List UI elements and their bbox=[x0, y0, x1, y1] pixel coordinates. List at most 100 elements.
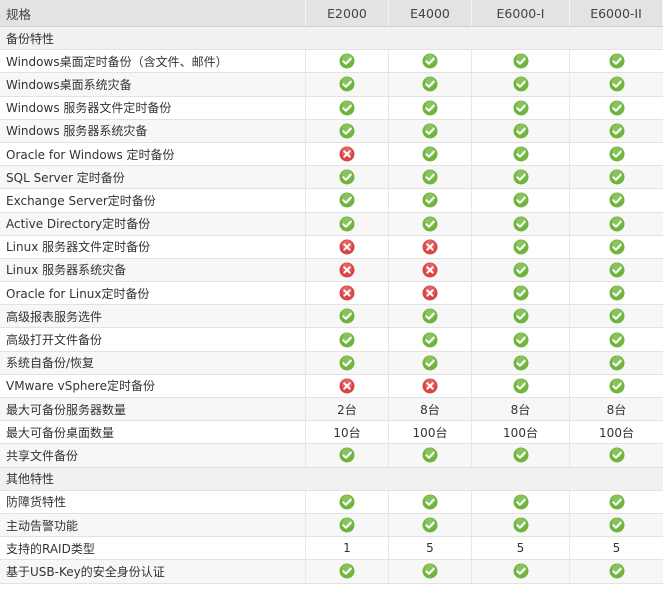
support-cell bbox=[472, 490, 570, 513]
support-cell bbox=[306, 212, 389, 235]
support-cell bbox=[389, 235, 472, 258]
check-icon bbox=[609, 169, 625, 185]
check-icon bbox=[422, 308, 438, 324]
table-row: 主动告警功能 bbox=[0, 513, 663, 538]
support-cell bbox=[306, 142, 389, 166]
check-icon bbox=[339, 192, 355, 208]
cross-icon bbox=[422, 239, 438, 255]
check-icon bbox=[609, 53, 625, 69]
check-icon bbox=[339, 332, 355, 348]
support-cell bbox=[389, 258, 472, 282]
check-icon bbox=[513, 239, 529, 255]
value-cell: 2台 bbox=[306, 398, 389, 421]
feature-label: VMware vSphere定时备份 bbox=[0, 374, 306, 397]
support-cell bbox=[306, 560, 389, 583]
check-icon bbox=[513, 216, 529, 232]
feature-label: Oracle for Linux定时备份 bbox=[0, 282, 306, 305]
feature-label: 支持的RAID类型 bbox=[0, 537, 306, 560]
support-cell bbox=[570, 213, 663, 235]
cross-icon bbox=[339, 285, 355, 301]
check-icon bbox=[609, 494, 625, 510]
support-cell bbox=[570, 50, 663, 72]
feature-label: SQL Server 定时备份 bbox=[0, 166, 306, 189]
support-cell bbox=[472, 235, 570, 258]
table-row: Windows 服务器系统灾备 bbox=[0, 119, 663, 143]
table-row: 基于USB-Key的安全身份认证 bbox=[0, 560, 663, 584]
support-cell bbox=[306, 73, 389, 96]
support-cell bbox=[306, 119, 389, 142]
check-icon bbox=[339, 517, 355, 533]
feature-label: 基于USB-Key的安全身份认证 bbox=[0, 560, 306, 583]
table-header: 规格 E2000 E4000 E6000-I E6000-II bbox=[0, 0, 663, 27]
support-cell bbox=[472, 374, 570, 397]
support-cell bbox=[389, 166, 472, 189]
spec-table: 规格 E2000 E4000 E6000-I E6000-II 备份特性 Wind… bbox=[0, 0, 663, 584]
support-cell bbox=[472, 119, 570, 142]
support-cell bbox=[570, 259, 663, 281]
support-cell bbox=[306, 374, 389, 397]
value-cell: 5 bbox=[472, 537, 570, 560]
support-cell bbox=[389, 560, 472, 583]
check-icon bbox=[422, 146, 438, 162]
header-e6000-ii: E6000-II bbox=[570, 0, 663, 26]
feature-label: Exchange Server定时备份 bbox=[0, 189, 306, 212]
table-row: Oracle for Linux定时备份 bbox=[0, 282, 663, 306]
support-cell bbox=[472, 305, 570, 328]
support-cell bbox=[389, 351, 472, 374]
table-row: 最大可备份服务器数量 2台 8台 8台 8台 bbox=[0, 398, 663, 422]
support-cell bbox=[472, 50, 570, 73]
check-icon bbox=[513, 308, 529, 324]
table-row: 共享文件备份 bbox=[0, 444, 663, 468]
check-icon bbox=[339, 447, 355, 463]
value-cell: 100台 bbox=[389, 421, 472, 444]
table-row: Windows桌面系统灾备 bbox=[0, 73, 663, 97]
check-icon bbox=[339, 123, 355, 139]
support-cell bbox=[472, 166, 570, 189]
cross-icon bbox=[422, 378, 438, 394]
support-cell bbox=[306, 96, 389, 119]
section-row: 备份特性 bbox=[0, 27, 663, 51]
support-cell bbox=[306, 490, 389, 513]
table-row: 支持的RAID类型 1 5 5 5 bbox=[0, 537, 663, 561]
cross-icon bbox=[422, 262, 438, 278]
support-cell bbox=[570, 166, 663, 188]
feature-label: Linux 服务器系统灾备 bbox=[0, 258, 306, 282]
table-row: 高级报表服务选件 bbox=[0, 305, 663, 329]
support-cell bbox=[306, 235, 389, 258]
check-icon bbox=[422, 332, 438, 348]
check-icon bbox=[513, 563, 529, 579]
check-icon bbox=[609, 355, 625, 371]
check-icon bbox=[513, 53, 529, 69]
section-label: 备份特性 bbox=[6, 31, 55, 46]
support-cell bbox=[472, 444, 570, 467]
support-cell bbox=[306, 444, 389, 467]
check-icon bbox=[609, 262, 625, 278]
support-cell bbox=[306, 50, 389, 73]
check-icon bbox=[422, 100, 438, 116]
support-cell bbox=[389, 490, 472, 513]
check-icon bbox=[513, 378, 529, 394]
value-cell: 10台 bbox=[306, 421, 389, 444]
check-icon bbox=[339, 563, 355, 579]
support-cell bbox=[570, 328, 663, 350]
check-icon bbox=[609, 308, 625, 324]
support-cell bbox=[570, 444, 663, 466]
check-icon bbox=[609, 332, 625, 348]
check-icon bbox=[609, 76, 625, 92]
table-row: 防障货特性 bbox=[0, 490, 663, 514]
check-icon bbox=[513, 123, 529, 139]
support-cell bbox=[570, 491, 663, 513]
check-icon bbox=[609, 447, 625, 463]
value-cell: 8台 bbox=[472, 398, 570, 421]
support-cell bbox=[472, 189, 570, 212]
table-row: Exchange Server定时备份 bbox=[0, 189, 663, 213]
support-cell bbox=[472, 282, 570, 305]
feature-label: 高级打开文件备份 bbox=[0, 328, 306, 351]
feature-label: 系统自备份/恢复 bbox=[0, 351, 306, 374]
check-icon bbox=[422, 447, 438, 463]
support-cell bbox=[570, 375, 663, 397]
header-e6000-i: E6000-I bbox=[472, 0, 570, 26]
support-cell bbox=[389, 328, 472, 351]
section-label: 其他特性 bbox=[6, 472, 55, 487]
table-row: Windows桌面定时备份（含文件、邮件） bbox=[0, 50, 663, 74]
